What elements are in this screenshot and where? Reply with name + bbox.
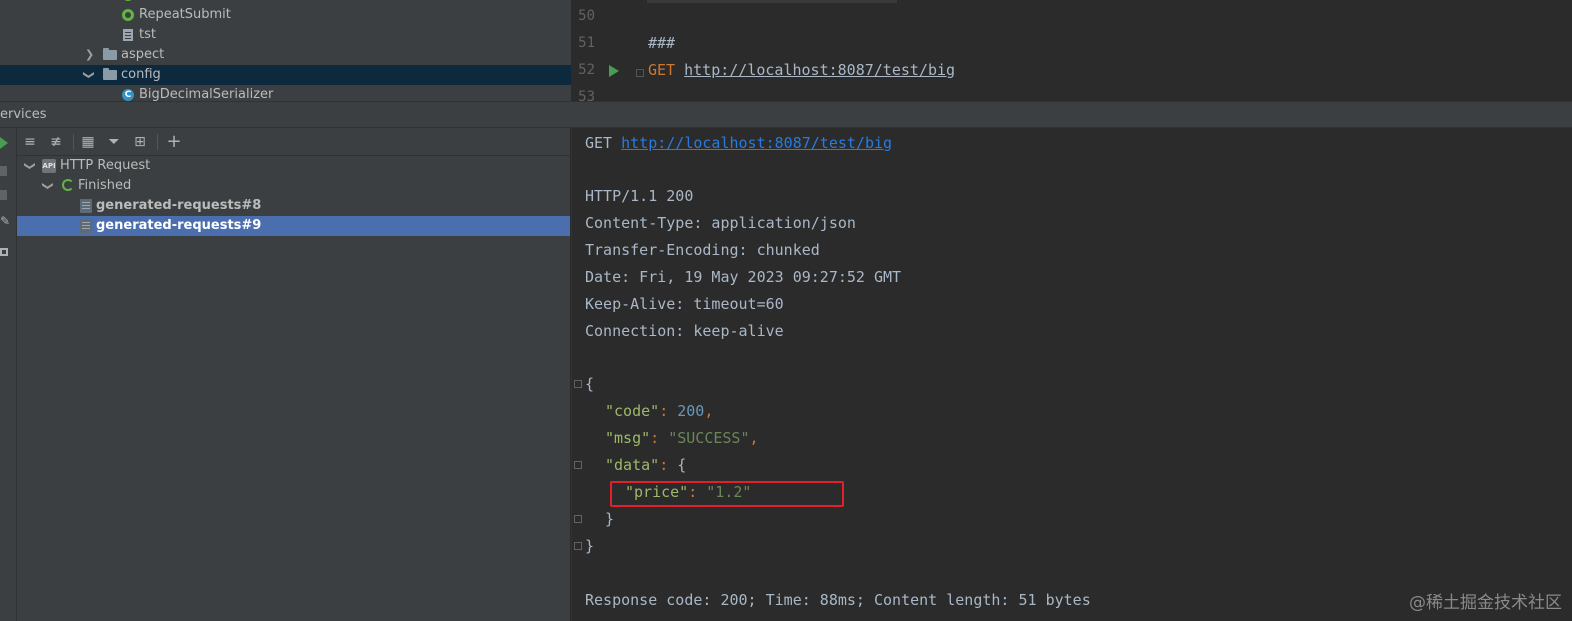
tree-item-request-selected[interactable]: generated-requests#9 xyxy=(17,216,570,236)
tree-item-finished[interactable]: ❯ Finished xyxy=(17,176,570,196)
spring-bean-icon xyxy=(122,0,134,1)
json-brace: { xyxy=(677,456,687,474)
services-toolbar: ≡ ≢ ▦ ⏷ ⊞ + xyxy=(17,128,570,156)
response-header: Keep-Alive: timeout=60 xyxy=(585,295,784,313)
editor-request-line: GET http://localhost:8087/test/big xyxy=(648,61,955,79)
services-title: ervices xyxy=(0,107,47,122)
line-number: 53 xyxy=(578,89,595,101)
tree-item-label: Finished xyxy=(78,178,132,193)
group-by-icon[interactable]: ▦ xyxy=(79,133,97,151)
line-number: 50 xyxy=(578,8,595,24)
response-status-line: HTTP/1.1 200 xyxy=(585,187,694,205)
editor-url-link[interactable]: http://localhost:8087/test/big xyxy=(684,61,955,79)
api-icon: API xyxy=(42,159,56,173)
http-request-file-icon xyxy=(80,199,92,213)
response-method: GET xyxy=(585,134,613,152)
json-close-brace: } xyxy=(585,537,595,555)
json-line-data: "data": { xyxy=(605,456,687,474)
tree-item-label: generated-requests#9 xyxy=(96,218,262,233)
fold-icon[interactable] xyxy=(574,461,582,469)
tree-item-tst[interactable]: tst xyxy=(0,25,571,45)
new-tab-icon[interactable]: ⊞ xyxy=(131,133,149,151)
tree-item-label: HTTP Request xyxy=(60,158,151,173)
tree-item-label: RepeatSubmit xyxy=(139,7,231,22)
json-key: "msg" xyxy=(605,429,651,447)
collapse-all-icon[interactable]: ≢ xyxy=(47,133,65,151)
chevron-right-icon[interactable]: ❯ xyxy=(85,45,94,65)
fold-icon[interactable] xyxy=(574,380,582,388)
folder-icon xyxy=(103,68,117,80)
watermark: @稀土掘金技术社区 xyxy=(1409,593,1562,613)
layout-icon[interactable] xyxy=(0,248,8,256)
fold-icon[interactable] xyxy=(574,542,582,550)
chevron-down-icon[interactable]: ❯ xyxy=(38,181,58,190)
json-number: 200 xyxy=(677,402,705,420)
editor-separator-comment: ### xyxy=(648,34,676,52)
tree-item-bigdecimalserializer[interactable]: C BigDecimalSerializer xyxy=(0,85,571,101)
response-header: Connection: keep-alive xyxy=(585,322,784,340)
tree-item-label: generated-requests#8 xyxy=(96,198,262,213)
tree-item-aspect[interactable]: ❯ aspect xyxy=(0,45,571,65)
fold-icon[interactable] xyxy=(636,69,644,77)
json-key: "code" xyxy=(605,402,660,420)
response-url-link[interactable]: http://localhost:8087/test/big xyxy=(621,134,892,152)
response-header: Date: Fri, 19 May 2023 09:27:52 GMT xyxy=(585,268,902,286)
json-inner-close-brace: } xyxy=(605,510,615,528)
project-tree: RepeatSubmit tst ❯ aspect ❯ config C Big… xyxy=(0,0,571,101)
response-summary: Response code: 200; Time: 88ms; Content … xyxy=(585,591,1091,609)
json-string: "SUCCESS" xyxy=(668,429,750,447)
stop-icon[interactable] xyxy=(0,190,7,200)
run-icon[interactable] xyxy=(0,137,8,149)
run-request-icon[interactable] xyxy=(609,65,619,77)
tree-item-label: BigDecimalSerializer xyxy=(139,87,274,101)
services-panel: ≡ ≢ ▦ ⏷ ⊞ + ❯ API HTTP Request ❯ Finishe… xyxy=(17,128,570,621)
folder-icon xyxy=(103,48,117,60)
tree-item-http-request[interactable]: ❯ API HTTP Request xyxy=(17,156,570,176)
response-header: Content-Type: application/json xyxy=(585,214,856,232)
add-service-icon[interactable]: + xyxy=(165,133,183,151)
tree-item-label: config xyxy=(121,67,161,82)
rerun-icon[interactable] xyxy=(0,166,7,176)
chevron-down-icon[interactable]: ❯ xyxy=(20,161,40,170)
toolbar-separator xyxy=(73,134,74,150)
json-key: "data" xyxy=(605,456,660,474)
tree-item-label: tst xyxy=(139,27,156,42)
line-number: 52 xyxy=(578,62,595,78)
http-editor[interactable]: 50 51 52 53 ### GET http://localhost:808… xyxy=(571,0,1572,101)
services-tool-window-header: ervices xyxy=(0,101,1572,128)
class-icon: C xyxy=(122,89,134,101)
fold-icon[interactable] xyxy=(574,515,582,523)
json-open-brace: { xyxy=(585,375,595,393)
http-request-file-icon xyxy=(80,219,92,233)
tree-item-repeatsubmit[interactable]: RepeatSubmit xyxy=(0,5,571,25)
toolbar-separator xyxy=(157,134,158,150)
response-request-line: GET http://localhost:8087/test/big xyxy=(585,134,892,152)
editor-method: GET xyxy=(648,61,676,79)
response-viewer[interactable]: GET http://localhost:8087/test/big HTTP/… xyxy=(571,128,1572,621)
services-side-toolbar: ✎ xyxy=(0,128,17,621)
tree-item-request[interactable]: generated-requests#8 xyxy=(17,196,570,216)
tree-item-label: aspect xyxy=(121,47,165,62)
json-line-code: "code": 200, xyxy=(605,402,714,420)
line-number: 51 xyxy=(578,35,595,51)
spring-bean-icon xyxy=(122,9,134,21)
refresh-icon xyxy=(62,179,74,191)
highlight-annotation-box xyxy=(610,481,844,507)
filter-icon[interactable]: ⏷ xyxy=(105,133,123,151)
chevron-down-icon[interactable]: ❯ xyxy=(79,70,99,79)
tree-item-config[interactable]: ❯ config xyxy=(0,65,571,85)
editor-scroll-remnant xyxy=(647,0,897,3)
response-header: Transfer-Encoding: chunked xyxy=(585,241,820,259)
wrench-icon[interactable]: ✎ xyxy=(0,214,10,228)
expand-all-icon[interactable]: ≡ xyxy=(21,133,39,151)
file-icon xyxy=(123,29,133,41)
json-line-msg: "msg": "SUCCESS", xyxy=(605,429,759,447)
